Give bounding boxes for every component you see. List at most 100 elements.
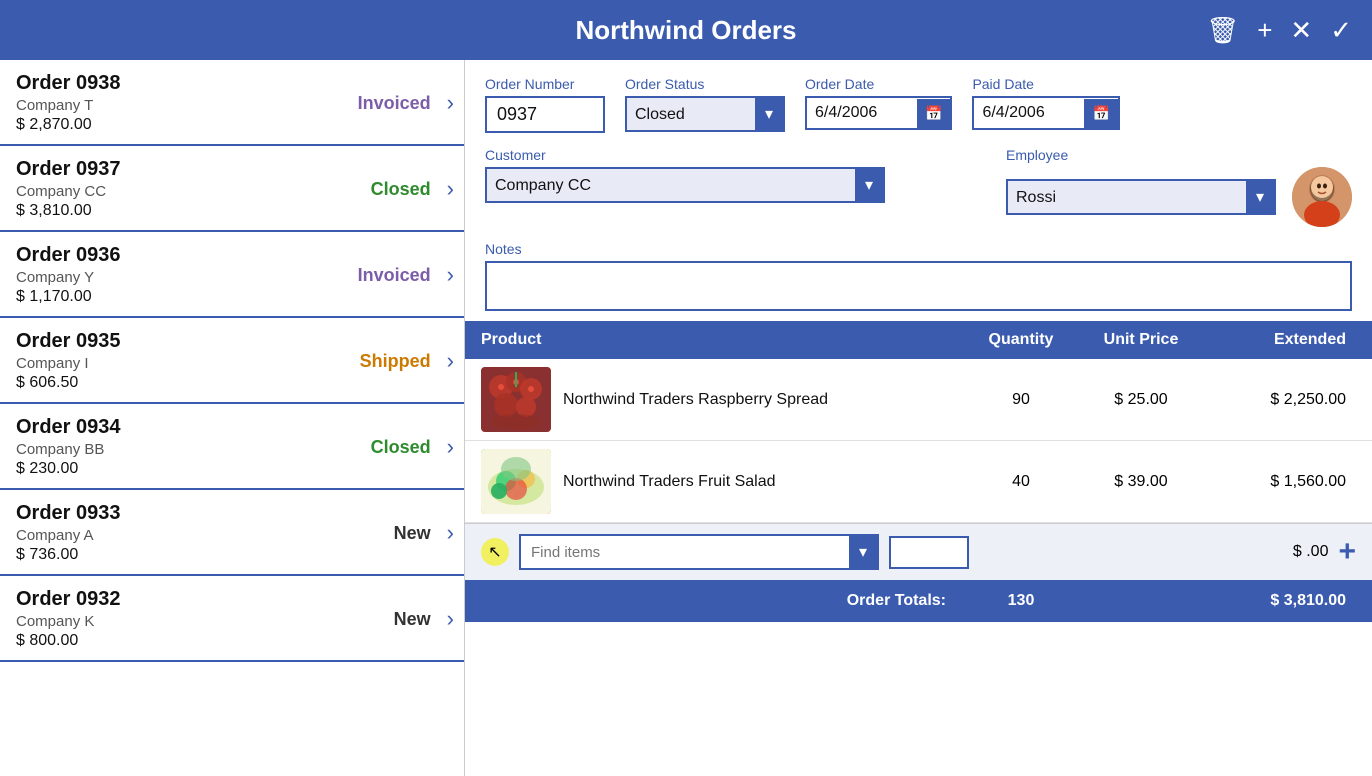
form-row-1: Order Number Order Status Closed Invoice… xyxy=(485,76,1352,133)
header-icons: 🗑 + ✕ ✓ xyxy=(1206,15,1352,46)
order-amount: $ 2,870.00 xyxy=(16,116,341,134)
paid-date-wrapper[interactable]: 📅 xyxy=(972,96,1119,130)
add-item-button[interactable]: + xyxy=(1338,535,1356,569)
order-info: Order 0933 Company A $ 736.00 xyxy=(16,502,341,564)
order-status-dropdown-btn[interactable]: ▾ xyxy=(755,98,783,130)
order-company: Company A xyxy=(16,527,341,544)
employee-select[interactable]: Rossi xyxy=(1008,183,1246,212)
order-amount: $ 230.00 xyxy=(16,460,341,478)
order-status: New xyxy=(341,609,431,630)
add-item-qty-input[interactable] xyxy=(889,536,969,569)
order-number-input[interactable] xyxy=(485,96,605,133)
col-extended-header: Extended xyxy=(1206,331,1356,349)
order-status-select[interactable]: Closed Invoiced Shipped New xyxy=(627,100,755,129)
paid-date-calendar-btn[interactable]: 📅 xyxy=(1084,99,1117,128)
order-amount: $ 736.00 xyxy=(16,546,341,564)
order-list-item[interactable]: Order 0935 Company I $ 606.50 Shipped › xyxy=(0,318,464,404)
notes-label: Notes xyxy=(485,241,1352,257)
customer-select[interactable]: Company CC xyxy=(487,171,855,200)
order-company: Company BB xyxy=(16,441,341,458)
order-amount: $ 606.50 xyxy=(16,374,341,392)
order-name: Order 0933 xyxy=(16,502,341,525)
employee-label: Employee xyxy=(1006,147,1352,163)
customer-dropdown[interactable]: Company CC ▾ xyxy=(485,167,885,203)
paid-date-label: Paid Date xyxy=(972,76,1119,92)
product-unit-price: $ 39.00 xyxy=(1076,473,1206,491)
order-name: Order 0937 xyxy=(16,158,341,181)
order-status-label: Order Status xyxy=(625,76,785,92)
order-company: Company Y xyxy=(16,269,341,286)
order-company: Company T xyxy=(16,97,341,114)
col-quantity-header: Quantity xyxy=(966,331,1076,349)
order-number-label: Order Number xyxy=(485,76,605,92)
col-product-header: Product xyxy=(481,331,966,349)
totals-extended: $ 3,810.00 xyxy=(1206,592,1356,610)
order-chevron-icon[interactable]: › xyxy=(447,348,454,374)
order-name: Order 0935 xyxy=(16,330,341,353)
find-items-dropdown-btn[interactable]: ▾ xyxy=(849,536,877,568)
order-status: Shipped xyxy=(341,351,431,372)
order-info: Order 0936 Company Y $ 1,170.00 xyxy=(16,244,341,306)
delete-icon[interactable]: 🗑 xyxy=(1206,15,1239,46)
find-items-input[interactable] xyxy=(521,536,849,568)
order-date-calendar-btn[interactable]: 📅 xyxy=(917,99,950,128)
product-extended-price: $ 1,560.00 xyxy=(1206,473,1356,491)
product-quantity: 90 xyxy=(966,391,1076,409)
order-name: Order 0938 xyxy=(16,72,341,95)
order-list-item[interactable]: Order 0934 Company BB $ 230.00 Closed › xyxy=(0,404,464,490)
notes-textarea[interactable] xyxy=(485,261,1352,311)
add-item-price-display: $ .00 xyxy=(1248,543,1328,561)
order-company: Company CC xyxy=(16,183,341,200)
totals-qty: 130 xyxy=(966,592,1076,610)
order-status: New xyxy=(341,523,431,544)
customer-dropdown-btn[interactable]: ▾ xyxy=(855,169,883,201)
cancel-icon[interactable]: ✕ xyxy=(1290,15,1312,46)
product-row: Northwind Traders Raspberry Spread 90 $ … xyxy=(465,359,1372,441)
order-date-wrapper[interactable]: 📅 xyxy=(805,96,952,130)
order-status-dropdown[interactable]: Closed Invoiced Shipped New ▾ xyxy=(625,96,785,132)
order-list-item[interactable]: Order 0932 Company K $ 800.00 New › xyxy=(0,576,464,662)
product-rows: Northwind Traders Raspberry Spread 90 $ … xyxy=(465,359,1372,523)
order-list-item[interactable]: Order 0938 Company T $ 2,870.00 Invoiced… xyxy=(0,60,464,146)
employee-dropdown-btn[interactable]: ▾ xyxy=(1246,181,1274,213)
employee-group: Employee Rossi ▾ xyxy=(1006,147,1352,227)
totals-row: Order Totals: 130 $ 3,810.00 xyxy=(465,580,1372,622)
order-company: Company K xyxy=(16,613,341,630)
order-amount: $ 3,810.00 xyxy=(16,202,341,220)
order-list-item[interactable]: Order 0937 Company CC $ 3,810.00 Closed … xyxy=(0,146,464,232)
order-info: Order 0932 Company K $ 800.00 xyxy=(16,588,341,650)
product-quantity: 40 xyxy=(966,473,1076,491)
order-chevron-icon[interactable]: › xyxy=(447,606,454,632)
order-number-group: Order Number xyxy=(485,76,605,133)
order-info: Order 0938 Company T $ 2,870.00 xyxy=(16,72,341,134)
order-status: Invoiced xyxy=(341,265,431,286)
employee-dropdown[interactable]: Rossi ▾ xyxy=(1006,179,1276,215)
order-status: Closed xyxy=(341,179,431,200)
order-chevron-icon[interactable]: › xyxy=(447,176,454,202)
product-unit-price: $ 25.00 xyxy=(1076,391,1206,409)
table-header: Product Quantity Unit Price Extended xyxy=(465,321,1372,359)
order-chevron-icon[interactable]: › xyxy=(447,434,454,460)
employee-avatar xyxy=(1292,167,1352,227)
order-name: Order 0932 xyxy=(16,588,341,611)
product-extended-price: $ 2,250.00 xyxy=(1206,391,1356,409)
find-items-wrapper[interactable]: ▾ xyxy=(519,534,879,570)
order-list-item[interactable]: Order 0933 Company A $ 736.00 New › xyxy=(0,490,464,576)
order-date-label: Order Date xyxy=(805,76,952,92)
main-layout: Order 0938 Company T $ 2,870.00 Invoiced… xyxy=(0,60,1372,776)
col-unit-price-header: Unit Price xyxy=(1076,331,1206,349)
form-row-2: Customer Company CC ▾ Employee Rossi xyxy=(485,147,1352,227)
order-status: Closed xyxy=(341,437,431,458)
order-chevron-icon[interactable]: › xyxy=(447,90,454,116)
paid-date-input[interactable] xyxy=(974,98,1084,128)
order-list-item[interactable]: Order 0936 Company Y $ 1,170.00 Invoiced… xyxy=(0,232,464,318)
order-chevron-icon[interactable]: › xyxy=(447,520,454,546)
order-chevron-icon[interactable]: › xyxy=(447,262,454,288)
confirm-icon[interactable]: ✓ xyxy=(1330,15,1352,46)
add-icon[interactable]: + xyxy=(1257,15,1272,46)
order-company: Company I xyxy=(16,355,341,372)
product-image xyxy=(481,367,551,432)
add-item-row: ↖ ▾ $ .00 + xyxy=(465,523,1372,580)
notes-group: Notes xyxy=(485,241,1352,311)
order-date-input[interactable] xyxy=(807,98,917,128)
